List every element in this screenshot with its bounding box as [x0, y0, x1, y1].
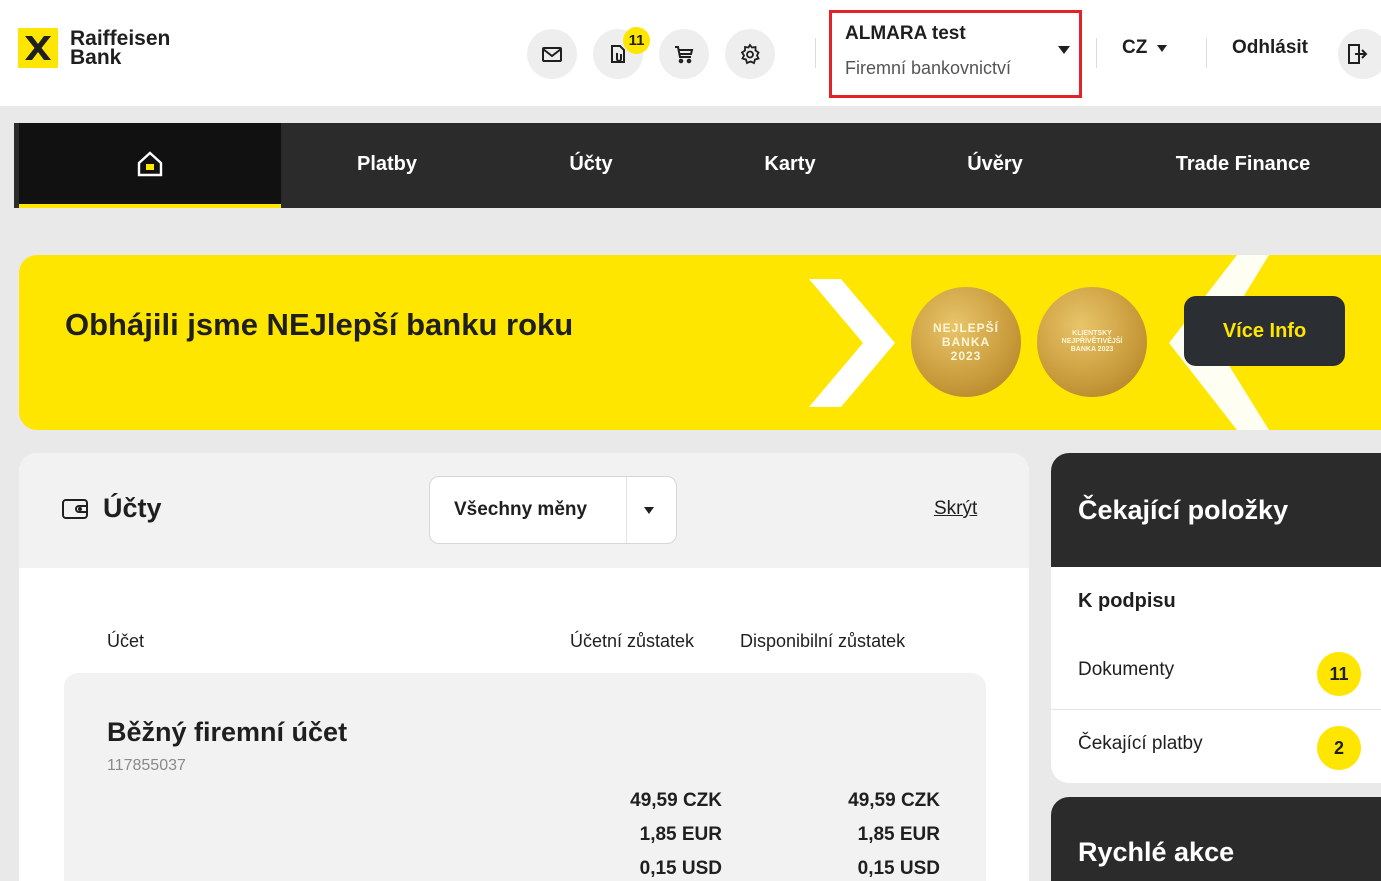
nav-item-ucty[interactable]: Účty: [569, 153, 612, 176]
language-label: CZ: [1122, 37, 1148, 58]
accounts-card: Účty Všechny měny Skrýt Účet Účetní zůst…: [19, 453, 1029, 881]
medal-line: 2023: [950, 349, 982, 363]
pending-item-payments[interactable]: Čekající platby 2: [1051, 711, 1381, 783]
nav-item-platby[interactable]: Platby: [357, 153, 417, 176]
top-header: Raiffeisen Bank 11 ALMARA test Firemní b…: [0, 0, 1381, 106]
accounting-balance-usd: 0,15 USD: [639, 858, 722, 879]
cart-icon: [675, 46, 694, 64]
pending-items-title: Čekající položky: [1078, 495, 1289, 525]
select-divider: [626, 477, 627, 543]
medal-line: KLIENTSKY: [1072, 330, 1112, 337]
pending-item-documents[interactable]: Dokumenty 11: [1051, 637, 1381, 709]
mail-icon: [542, 47, 562, 62]
raiffeisen-logo-icon: [18, 28, 58, 68]
main-navigation: Platby Účty Karty Úvěry Trade Finance: [14, 123, 1381, 208]
to-sign-section-title: K podpisu: [1078, 590, 1176, 612]
medal-line: BANKA: [941, 335, 991, 349]
accounts-card-header: Účty Všechny měny Skrýt: [19, 453, 1029, 568]
account-number: 117855037: [107, 757, 186, 774]
cart-button[interactable]: [659, 29, 709, 79]
nav-item-uvery[interactable]: Úvěry: [967, 153, 1023, 176]
column-header-available-balance: Disponibilní zůstatek: [740, 631, 906, 651]
quick-actions-card: Rychlé akce: [1051, 797, 1381, 881]
currency-filter-value: Všechny měny: [454, 499, 588, 520]
quick-actions-title: Rychlé akce: [1078, 837, 1235, 867]
available-balance-czk: 49,59 CZK: [848, 790, 940, 811]
more-info-button[interactable]: Více Info: [1184, 296, 1345, 366]
accounting-balance-eur: 1,85 EUR: [639, 824, 722, 845]
nav-item-trade-finance[interactable]: Trade Finance: [1176, 153, 1311, 176]
pending-items-card: Čekající položky K podpisu Dokumenty 11 …: [1051, 453, 1381, 783]
wallet-icon: [62, 498, 88, 519]
hide-accounts-link[interactable]: Skrýt: [934, 498, 977, 520]
accounts-title: Účty: [61, 493, 162, 524]
pending-items-header: Čekající položky: [1051, 453, 1381, 567]
settings-button[interactable]: [725, 29, 775, 79]
header-divider: [1206, 38, 1207, 68]
language-selector[interactable]: CZ: [1122, 37, 1168, 59]
accounting-balance-czk: 49,59 CZK: [630, 790, 722, 811]
settings-icon: [740, 43, 760, 65]
banner-chevron-shapes: [809, 255, 1269, 430]
award-medal-client-friendly: KLIENTSKY NEJPŘÍVĚTIVĚJŠÍ BANKA 2023: [1037, 287, 1147, 397]
pending-divider: [1051, 709, 1381, 710]
profile-switcher[interactable]: ALMARA test Firemní bankovnictví: [829, 10, 1082, 98]
profile-segment: Firemní bankovnictví: [845, 58, 1012, 78]
documents-badge: 11: [623, 27, 650, 54]
header-divider: [1096, 38, 1097, 68]
available-balance-eur: 1,85 EUR: [857, 824, 940, 845]
profile-name: ALMARA test: [845, 23, 966, 44]
column-header-account: Účet: [107, 631, 145, 651]
promo-banner: Obhájili jsme NEJlepší banku roku NEJLEP…: [19, 255, 1381, 430]
pending-item-label: Čekající platby: [1078, 733, 1203, 754]
account-row[interactable]: Běžný firemní účet 117855037 49,59 CZK 1…: [64, 673, 986, 881]
award-medal-best-bank: NEJLEPŠÍ BANKA 2023: [911, 287, 1021, 397]
medal-line: NEJPŘÍVĚTIVĚJŠÍ: [1061, 338, 1123, 345]
nav-item-karty[interactable]: Karty: [764, 153, 815, 176]
home-icon: [137, 150, 163, 176]
nav-home[interactable]: [19, 123, 281, 208]
logout-link[interactable]: Odhlásit: [1232, 37, 1308, 59]
chevron-down-icon: [644, 507, 654, 514]
account-name: Běžný firemní účet: [107, 717, 348, 747]
chevron-down-icon: [1058, 46, 1070, 54]
accounts-title-text: Účty: [103, 493, 162, 523]
logout-button[interactable]: [1338, 29, 1381, 79]
pending-item-count-badge: 11: [1317, 652, 1361, 696]
column-header-accounting-balance: Účetní zůstatek: [570, 631, 695, 651]
messages-button[interactable]: [527, 29, 577, 79]
chevron-down-icon: [1157, 44, 1168, 52]
brand-line-2: Bank: [70, 46, 122, 69]
medal-line: BANKA 2023: [1070, 346, 1114, 353]
currency-filter-select[interactable]: Všechny měny: [429, 476, 677, 544]
header-divider: [815, 38, 816, 68]
pending-item-label: Dokumenty: [1078, 659, 1175, 680]
pending-item-count-badge: 2: [1317, 726, 1361, 770]
medal-line: NEJLEPŠÍ: [932, 321, 1000, 335]
logout-icon: [1348, 44, 1368, 64]
raiffeisen-logo[interactable]: Raiffeisen Bank: [18, 28, 170, 68]
available-balance-usd: 0,15 USD: [857, 858, 940, 879]
